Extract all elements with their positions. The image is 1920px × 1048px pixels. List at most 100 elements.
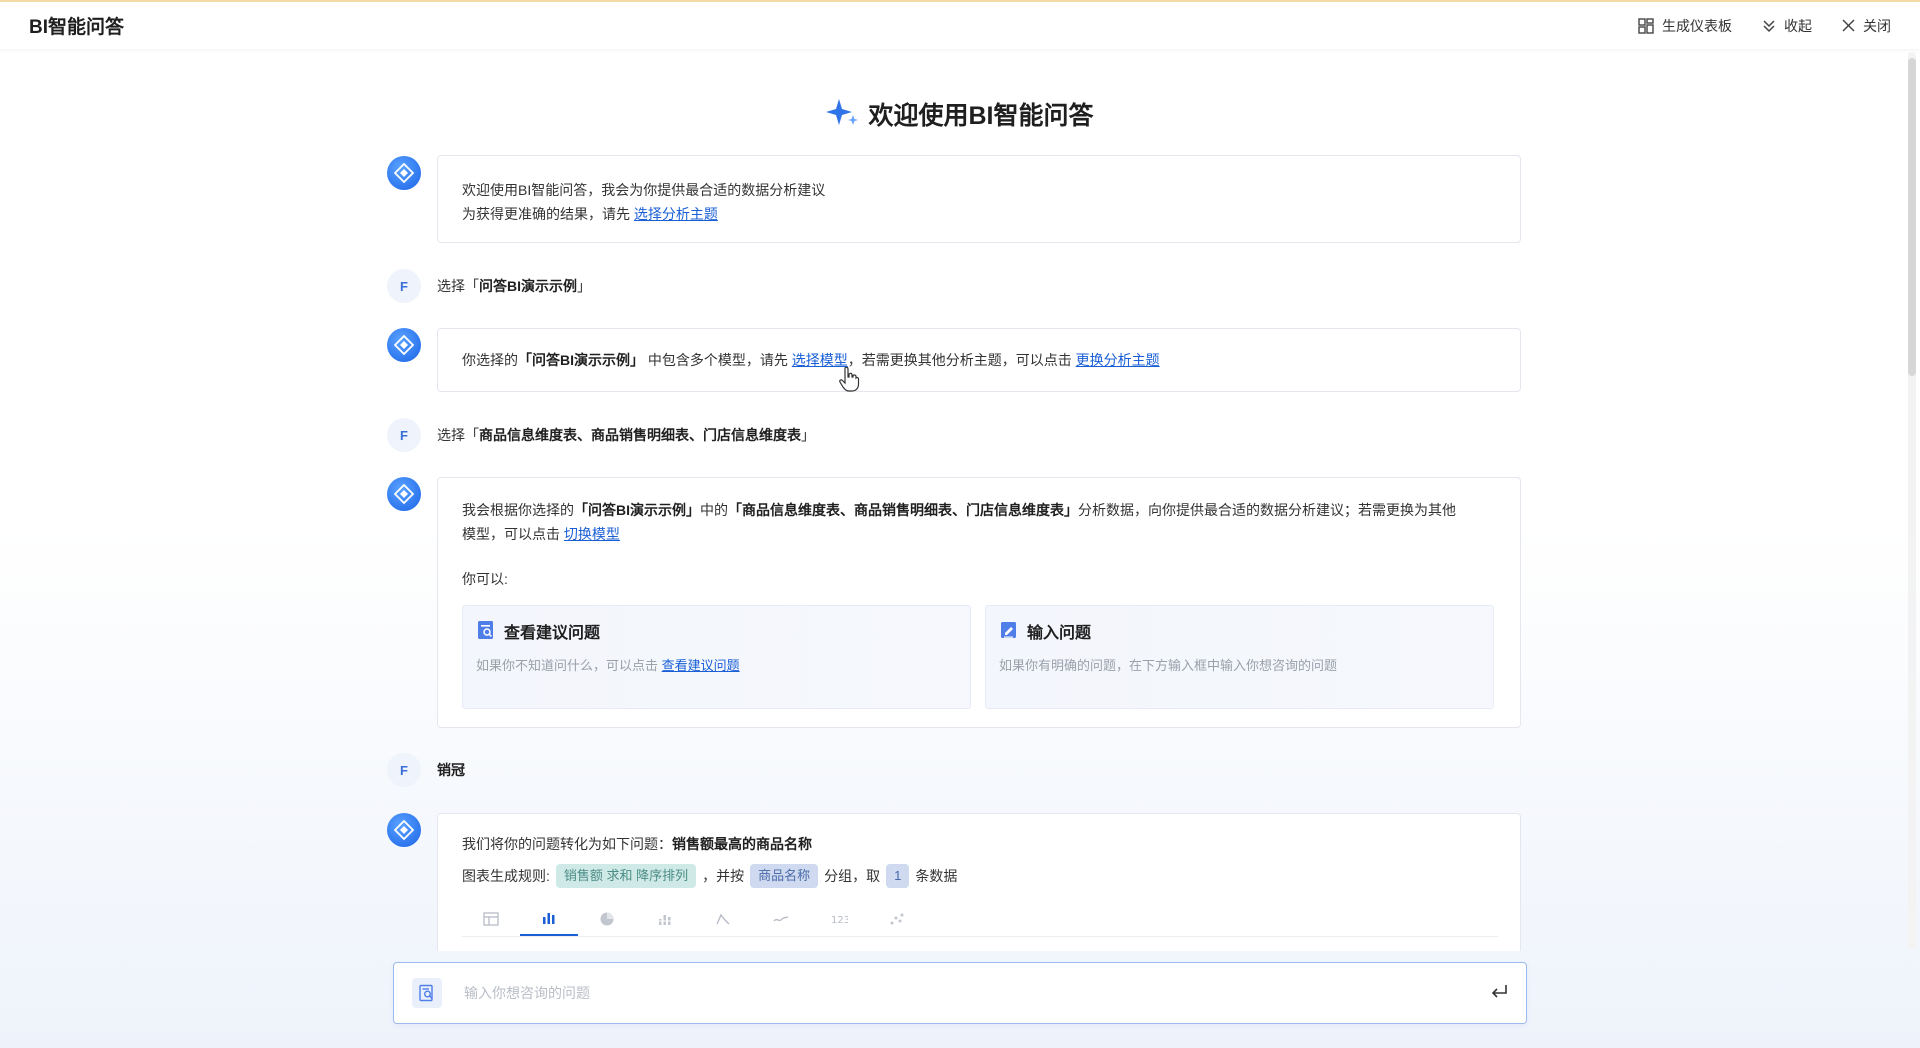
user-avatar: F xyxy=(387,269,421,303)
limit-tag[interactable]: 1 xyxy=(886,864,910,888)
view-suggestions-desc-text: 如果你不知道问什么，可以点击 xyxy=(476,658,662,673)
bot-message-analysis: 我会根据你选择的「问答BI演示示例」中的「商品信息维度表、商品销售明细表、门店信… xyxy=(437,477,1521,728)
user-msg-topic-name: 问答BI演示示例 xyxy=(479,278,577,294)
suggestion-doc-icon xyxy=(476,620,496,648)
m3-text-3: 分析数据，向你提供最合适的数据分析建议；若需更换为其他 xyxy=(1078,502,1456,518)
app-title: BI智能问答 xyxy=(29,17,125,38)
converted-question-text: 销售额最高的商品名称 xyxy=(672,836,812,852)
bar-chart-icon xyxy=(543,913,555,924)
table-icon xyxy=(483,912,499,926)
chart-type-bar[interactable] xyxy=(520,902,578,936)
close-icon xyxy=(1842,19,1855,32)
user-message-tables: 选择「商品信息维度表、商品销售明细表、门店信息维度表」 xyxy=(437,418,815,452)
m3-text-2: 中的 xyxy=(700,502,728,518)
chart-type-tabs: 123 xyxy=(462,902,1498,937)
doc-search-icon xyxy=(419,984,433,1002)
chart-type-pie[interactable] xyxy=(578,902,636,936)
user-avatar: F xyxy=(387,418,421,452)
stacked-bar-icon xyxy=(658,915,672,925)
welcome-header: 欢迎使用BI智能问答 xyxy=(0,96,1920,132)
line-chart-icon xyxy=(716,913,730,925)
scatter-icon xyxy=(890,913,904,925)
user-avatar: F xyxy=(387,753,421,787)
you-can-label: 你可以: xyxy=(462,571,508,587)
top-bar: BI智能问答 生成仪表板 收起 关闭 xyxy=(0,0,1920,49)
input-question-title-text: 输入问题 xyxy=(1027,625,1092,642)
chart-rule-label: 图表生成规则: xyxy=(462,868,550,884)
user-msg-prefix: 选择「 xyxy=(437,427,479,443)
bot-avatar xyxy=(387,328,421,362)
m3-text-4: 模型，可以点击 xyxy=(462,526,564,542)
chart-type-line[interactable] xyxy=(694,902,752,936)
pie-chart-icon xyxy=(600,912,614,926)
converted-question: 我们将你的问题转化为如下问题：销售额最高的商品名称 xyxy=(462,832,1496,856)
m3-text-1: 我会根据你选择的 xyxy=(462,502,574,518)
collapse-label: 收起 xyxy=(1784,17,1812,34)
welcome-line-1: 欢迎使用BI智能问答，我会为你提供最合适的数据分析建议 xyxy=(462,182,826,198)
welcome-title: 欢迎使用BI智能问答 xyxy=(868,102,1094,130)
m3-topic: 「问答BI演示示例」 xyxy=(574,502,700,518)
question-input[interactable] xyxy=(464,985,1490,1001)
enter-icon[interactable] xyxy=(1490,983,1508,1004)
welcome-line-2: 为获得更准确的结果，请先 选择分析主题 xyxy=(462,202,1496,226)
change-topic-link[interactable]: 更换分析主题 xyxy=(1076,352,1160,368)
option-cards: 查看建议问题 如果你不知道问什么，可以点击 查看建议问题 输入问题 如果你有明确… xyxy=(462,605,1496,709)
user-message-topic: 选择「问答BI演示示例」 xyxy=(437,269,591,303)
edit-doc-icon xyxy=(999,620,1019,648)
bot-logo-icon xyxy=(394,484,414,504)
dimension-tag[interactable]: 商品名称 xyxy=(750,864,819,888)
user-question-text: 销冠 xyxy=(437,762,465,778)
chart-type-table[interactable] xyxy=(462,902,520,936)
m2-text-3: ，若需更换其他分析主题，可以点击 xyxy=(847,352,1076,368)
chart-rule-sep-2: 分组，取 xyxy=(824,868,881,884)
user-msg-suffix: 」 xyxy=(577,278,591,294)
generate-dashboard-button[interactable]: 生成仪表板 xyxy=(1638,16,1732,36)
select-topic-link[interactable]: 选择分析主题 xyxy=(634,206,718,222)
bot-logo-icon xyxy=(394,163,414,183)
m3-paragraph: 我会根据你选择的「问答BI演示示例」中的「商品信息维度表、商品销售明细表、门店信… xyxy=(462,498,1496,546)
view-suggestions-link[interactable]: 查看建议问题 xyxy=(662,658,740,673)
number-card-icon: 123 xyxy=(831,915,848,926)
chart-rule-sep-3: 条数据 xyxy=(915,868,958,884)
input-question-title: 输入问题 xyxy=(999,620,1480,648)
question-input-bar xyxy=(393,962,1527,1024)
view-suggestions-card[interactable]: 查看建议问题 如果你不知道问什么，可以点击 查看建议问题 xyxy=(462,605,971,709)
user-msg-prefix: 选择「 xyxy=(437,278,479,294)
scrollbar[interactable] xyxy=(1908,52,1916,950)
measure-tag[interactable]: 销售额 求和 降序排列 xyxy=(555,864,697,888)
bot-logo-icon xyxy=(394,820,414,840)
bot-logo-icon xyxy=(394,335,414,355)
close-label: 关闭 xyxy=(1863,17,1891,34)
view-suggestions-title: 查看建议问题 xyxy=(476,620,957,648)
bot-avatar xyxy=(387,813,421,847)
switch-model-link[interactable]: 切换模型 xyxy=(564,526,620,542)
user-msg-tables: 商品信息维度表、商品销售明细表、门店信息维度表 xyxy=(479,427,801,443)
collapse-icon xyxy=(1762,19,1776,33)
converted-question-prefix: 我们将你的问题转化为如下问题： xyxy=(462,836,672,852)
collapse-button[interactable]: 收起 xyxy=(1762,16,1812,36)
view-suggestions-title-text: 查看建议问题 xyxy=(504,625,601,642)
input-question-desc: 如果你有明确的问题，在下方输入框中输入你想咨询的问题 xyxy=(999,658,1338,673)
user-msg-suffix: 」 xyxy=(801,427,815,443)
svg-text:123: 123 xyxy=(831,915,848,926)
m2-topic: 「问答BI演示示例」 xyxy=(518,352,644,368)
dashboard-icon xyxy=(1638,17,1654,34)
m3-tables: 「商品信息维度表、商品销售明细表、门店信息维度表」 xyxy=(728,502,1078,518)
close-button[interactable]: 关闭 xyxy=(1842,16,1891,36)
area-chart-icon xyxy=(773,916,789,922)
bot-message-models: 你选择的「问答BI演示示例」 中包含多个模型，请先 选择模型，若需更换其他分析主… xyxy=(437,328,1521,392)
chart-type-scatter[interactable] xyxy=(868,902,926,936)
welcome-line-2-prefix: 为获得更准确的结果，请先 xyxy=(462,206,634,222)
chart-rule-sep-1: ，并按 xyxy=(702,868,745,884)
chart-type-stacked[interactable] xyxy=(636,902,694,936)
user-message-question: 销冠 xyxy=(437,753,465,787)
chart-rule: 图表生成规则: 销售额 求和 降序排列 ，并按 商品名称 分组，取 1 条数据 xyxy=(462,864,1496,888)
chart-type-number[interactable]: 123 xyxy=(810,902,868,936)
top-actions: 生成仪表板 收起 关闭 xyxy=(1638,16,1891,36)
view-suggestions-desc: 如果你不知道问什么，可以点击 查看建议问题 xyxy=(476,654,957,678)
m2-text-2: 中包含多个模型，请先 xyxy=(647,352,788,368)
generate-dashboard-label: 生成仪表板 xyxy=(1662,17,1732,34)
input-question-card[interactable]: 输入问题 如果你有明确的问题，在下方输入框中输入你想咨询的问题 xyxy=(985,605,1494,709)
chart-type-area[interactable] xyxy=(752,902,810,936)
suggestion-button[interactable] xyxy=(412,978,442,1008)
